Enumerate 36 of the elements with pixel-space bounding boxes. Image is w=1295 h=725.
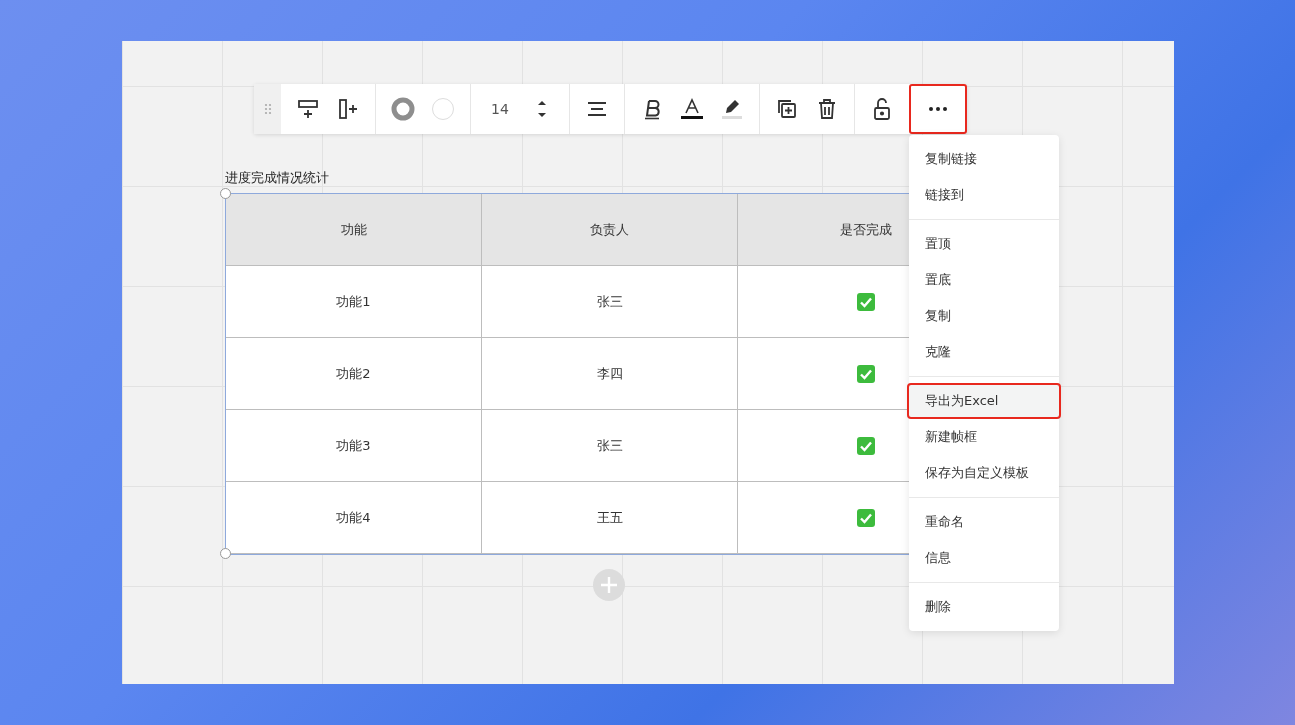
menu-item[interactable]: 复制 [909,298,1059,334]
drag-handle-icon[interactable] [263,103,272,115]
text-color-icon[interactable] [679,97,704,121]
resize-handle[interactable] [220,548,231,559]
menu-item[interactable]: 删除 [909,589,1059,625]
menu-item[interactable]: 保存为自定义模板 [909,455,1059,491]
table-cell: 王五 [482,482,738,554]
align-center-icon[interactable] [585,100,608,118]
duplicate-icon[interactable] [775,98,798,120]
font-size-value[interactable]: 14 [481,101,519,117]
column-header: 负责人 [482,194,738,266]
plus-icon [600,576,618,594]
table-cell: 功能4 [226,482,482,554]
border-ring-icon[interactable] [391,97,415,121]
highlighter-icon[interactable] [719,97,744,121]
menu-item[interactable]: 重命名 [909,504,1059,540]
menu-item[interactable]: 导出为Excel [907,383,1061,419]
table-cell: 张三 [482,410,738,482]
table-cell: 张三 [482,266,738,338]
more-icon [928,107,947,111]
unlock-icon[interactable] [871,97,892,121]
menu-item[interactable]: 复制链接 [909,141,1059,177]
table-cell: 李四 [482,338,738,410]
more-button[interactable] [908,84,967,134]
insert-column-icon[interactable] [337,98,359,120]
table-cell: 功能3 [226,410,482,482]
menu-item[interactable]: 新建帧框 [909,419,1059,455]
menu-item[interactable]: 信息 [909,540,1059,576]
table-title: 进度完成情况统计 [225,169,329,187]
resize-handle[interactable] [220,188,231,199]
insert-row-icon[interactable] [297,98,319,120]
table-cell: 功能2 [226,338,482,410]
trash-icon[interactable] [816,98,837,120]
menu-item[interactable]: 克隆 [909,334,1059,370]
column-header: 功能 [226,194,482,266]
table-cell: 功能1 [226,266,482,338]
